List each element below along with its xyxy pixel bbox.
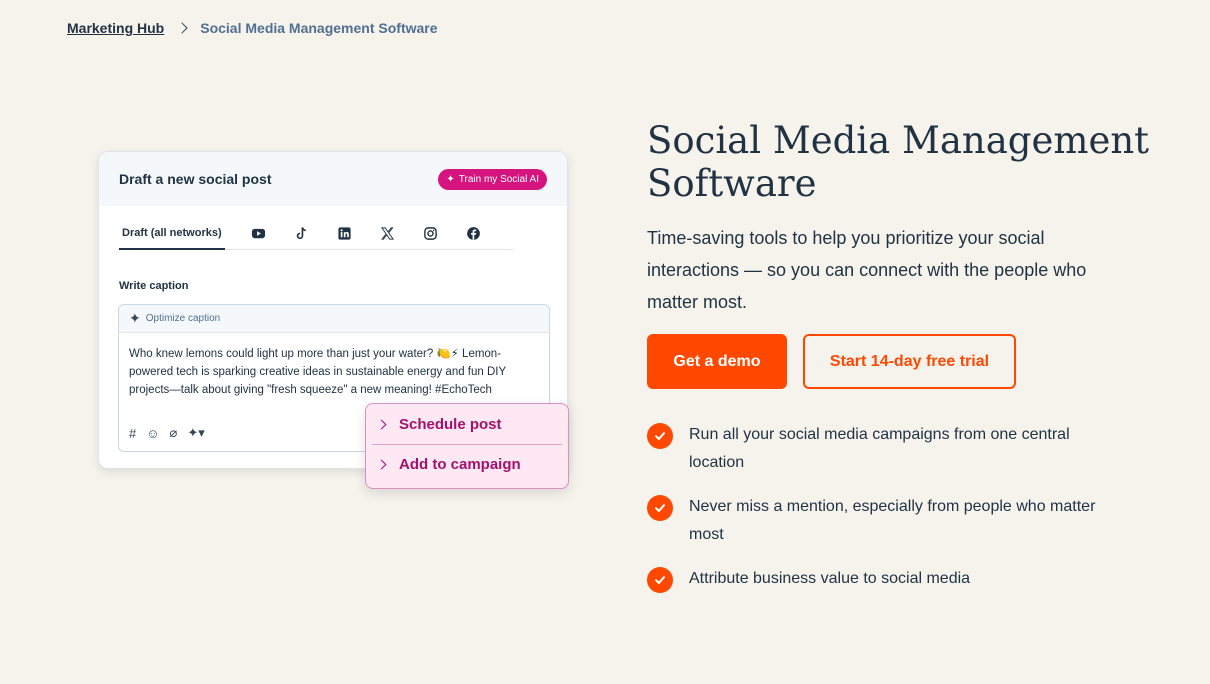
caption-text: Who knew lemons could light up more than…: [129, 348, 506, 396]
get-a-demo-button[interactable]: Get a demo: [647, 334, 787, 389]
facebook-icon: [465, 224, 483, 242]
feature-list: Run all your social media campaigns from…: [647, 421, 1127, 609]
breadcrumb-current: Social Media Management Software: [200, 20, 438, 36]
hero-description: Time-saving tools to help you prioritize…: [647, 228, 1087, 312]
feature-item: Never miss a mention, especially from pe…: [647, 493, 1127, 549]
emoji-icon: ☺: [146, 425, 160, 441]
sparkle-icon: ✦: [129, 310, 141, 326]
tiktok-icon: [293, 224, 311, 242]
feature-item: Attribute business value to social media: [647, 565, 1127, 593]
network-tabs: Draft (all networks): [119, 224, 513, 250]
linkedin-icon: [336, 224, 354, 242]
train-ai-badge: ✦ Train my Social AI: [438, 168, 547, 190]
hashtag-icon: #: [129, 425, 137, 441]
attachment-icon: ⌀: [169, 425, 178, 440]
feature-text: Never miss a mention, especially from pe…: [689, 498, 1096, 543]
mockup-header: Draft a new social post ✦ Train my Socia…: [99, 152, 567, 206]
page-title: Social Media Management Software: [647, 119, 1150, 205]
chevron-right-icon: [376, 459, 387, 470]
sparkle-icon: ✦: [446, 173, 455, 185]
check-icon: [647, 567, 673, 593]
page: Marketing Hub Social Media Management So…: [0, 0, 1210, 684]
feature-text: Run all your social media campaigns from…: [689, 426, 1070, 471]
write-caption-label: Write caption: [119, 280, 189, 292]
youtube-icon: [250, 224, 268, 242]
chevron-right-icon: [376, 419, 387, 429]
schedule-post-item: Schedule post: [366, 404, 568, 444]
x-icon: [379, 224, 397, 242]
feature-item: Run all your social media campaigns from…: [647, 421, 1127, 477]
check-icon: [647, 495, 673, 521]
tab-draft-all-networks: Draft (all networks): [119, 224, 225, 250]
breadcrumb: Marketing Hub Social Media Management So…: [67, 19, 438, 37]
editor-icon-bar: # ☺ ⌀ ✦▾: [129, 425, 205, 441]
post-actions-popup: Schedule post Add to campaign: [365, 403, 569, 489]
schedule-post-label: Schedule post: [399, 415, 502, 433]
start-free-trial-button[interactable]: Start 14-day free trial: [803, 334, 1016, 389]
ai-sparkle-dropdown-icon: ✦▾: [187, 425, 205, 440]
check-icon: [647, 423, 673, 449]
feature-text: Attribute business value to social media: [689, 570, 971, 587]
optimize-caption-label: Optimize caption: [145, 313, 221, 324]
chevron-right-icon: [176, 22, 188, 34]
add-to-campaign-item: Add to campaign: [372, 444, 562, 484]
breadcrumb-marketing-hub[interactable]: Marketing Hub: [67, 20, 164, 36]
editor-toolbar: ✦ Optimize caption: [119, 305, 549, 333]
add-to-campaign-label: Add to campaign: [399, 456, 521, 473]
instagram-icon: [422, 224, 440, 242]
mockup-title: Draft a new social post: [119, 171, 272, 187]
train-ai-label: Train my Social AI: [458, 173, 539, 185]
